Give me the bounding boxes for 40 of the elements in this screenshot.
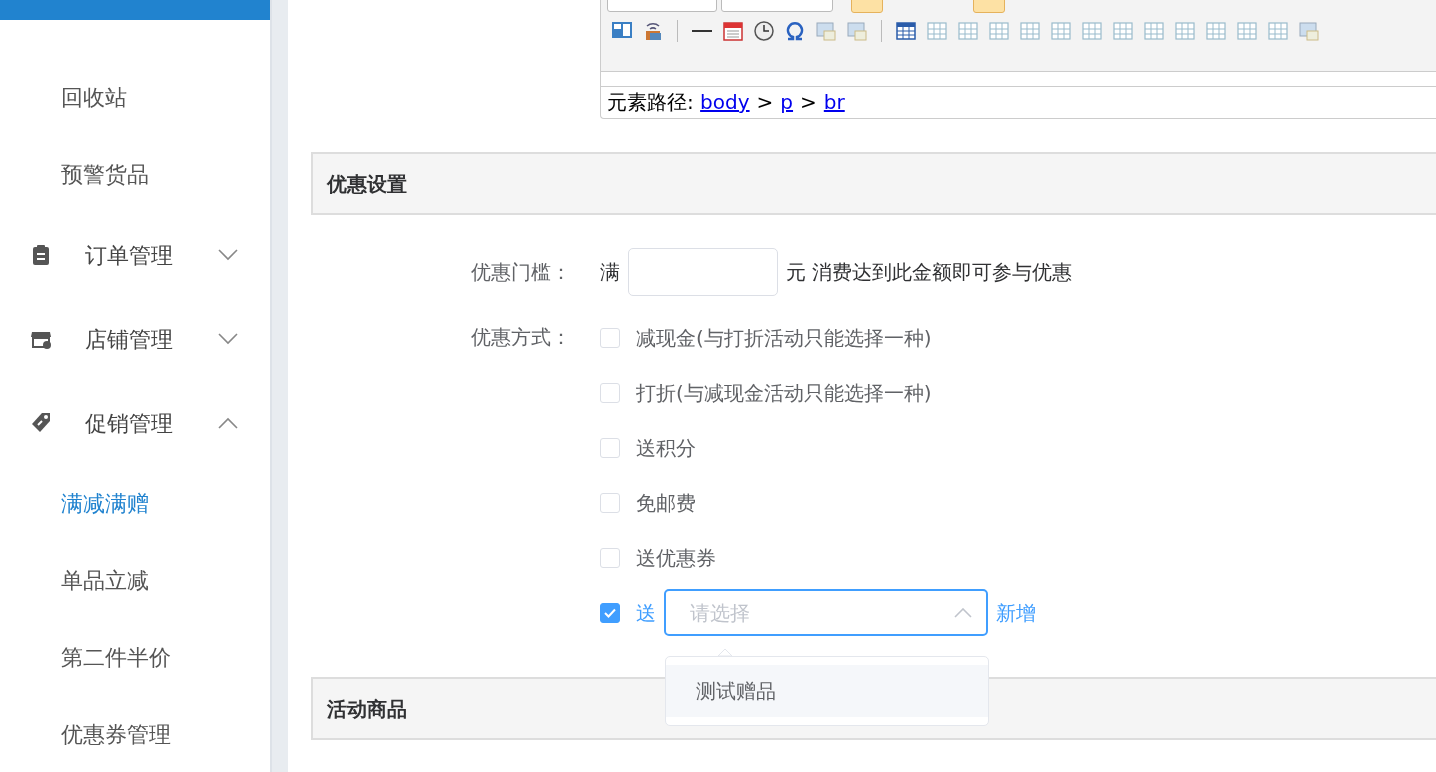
sidebar-group[interactable]: 订单管理	[0, 213, 270, 297]
color-button[interactable]	[973, 0, 1005, 13]
section-header: 优惠设置	[311, 152, 1436, 215]
checkbox-label: 减现金(与打折活动只能选择一种)	[636, 324, 932, 352]
checkbox-label: 送优惠券	[636, 544, 716, 572]
calendar-icon[interactable]	[722, 20, 744, 42]
checkbox-label: 送积分	[636, 434, 696, 462]
checkbox-label: 打折(与减现金活动只能选择一种)	[636, 379, 932, 407]
sidebar-item[interactable]: 预警货品	[0, 136, 270, 213]
toolbar-dropdown[interactable]	[607, 0, 717, 12]
checkbox-label: 免邮费	[636, 489, 696, 517]
sidebar-item[interactable]: 单品立减	[0, 542, 270, 619]
path-link[interactable]: p	[780, 90, 794, 114]
path-link[interactable]: body	[700, 90, 750, 114]
path-label: 元素路径:	[607, 90, 695, 114]
form-label: 优惠方式：	[470, 324, 571, 351]
checkbox[interactable]	[600, 602, 620, 623]
sidebar-item[interactable]: 回收站	[0, 59, 270, 136]
form-label: 优惠门槛：	[470, 259, 571, 286]
toolbar-dropdown[interactable]	[721, 0, 833, 12]
color-button[interactable]	[851, 0, 883, 13]
clipboard-icon	[30, 244, 52, 266]
path-link[interactable]: br	[823, 90, 845, 114]
separator-text: >	[756, 90, 774, 114]
checkbox-label: 送	[636, 599, 656, 627]
sidebar-item[interactable]: 第二件半价	[0, 619, 270, 696]
clock-icon[interactable]	[753, 20, 775, 42]
amount-field[interactable]	[628, 248, 778, 296]
sidebar-group[interactable]: 店铺管理	[0, 297, 270, 381]
check-icon	[604, 607, 616, 618]
separator-text: >	[800, 90, 817, 114]
dropdown-option[interactable]: 测试赠品	[666, 665, 988, 717]
prefix-text: 满	[600, 259, 620, 286]
omega-icon[interactable]	[784, 20, 806, 42]
table-icon[interactable]	[895, 20, 917, 42]
tag-icon	[30, 412, 52, 434]
sidebar-item[interactable]: 优惠券管理	[0, 696, 270, 772]
sidebar-group[interactable]: 促销管理	[0, 381, 270, 465]
suffix-text: 元 消费达到此金额即可参与优惠	[786, 259, 1073, 286]
sidebar-item[interactable]: 满减满赠	[0, 465, 270, 542]
